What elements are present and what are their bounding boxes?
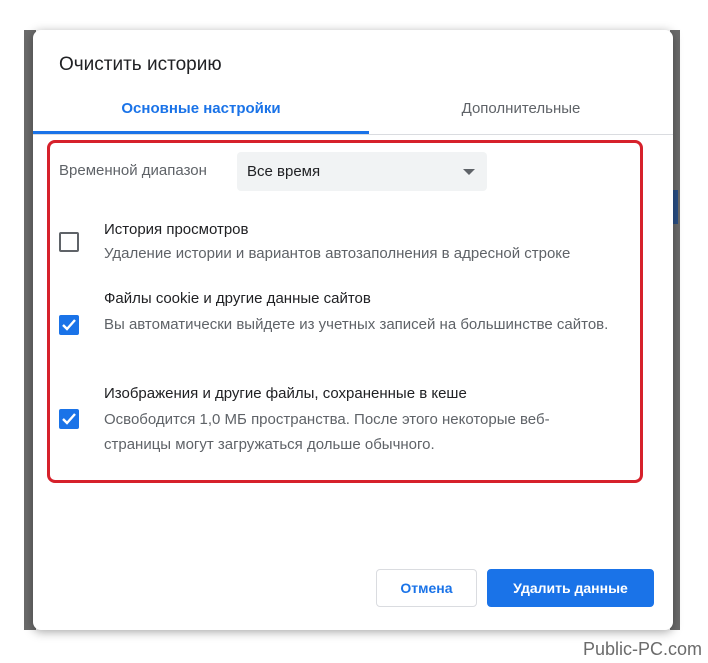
- checkmark-icon: [62, 319, 76, 331]
- clear-history-dialog: Очистить историю Основные настройки Допо…: [33, 30, 673, 630]
- tab-basic-settings[interactable]: Основные настройки: [33, 100, 369, 117]
- checkmark-icon: [62, 413, 76, 425]
- time-range-select[interactable]: Все время: [237, 152, 487, 191]
- tab-divider: [33, 134, 673, 135]
- dialog-title: Очистить историю: [59, 54, 222, 75]
- item-desc-cached-images: Освободится 1,0 МБ пространства. После э…: [104, 411, 550, 453]
- checkbox-browsing-history[interactable]: [59, 232, 79, 252]
- item-desc-browsing-history: Удаление истории и вариантов автозаполне…: [104, 245, 571, 262]
- checkbox-cached-images[interactable]: [59, 409, 79, 429]
- cancel-button[interactable]: Отмена: [376, 569, 477, 607]
- item-title-browsing-history: История просмотров: [104, 221, 249, 238]
- checkbox-cookies[interactable]: [59, 315, 79, 335]
- tab-advanced-settings[interactable]: Дополнительные: [369, 100, 673, 117]
- item-title-cached-images: Изображения и другие файлы, сохраненные …: [104, 385, 467, 402]
- watermark: Public-PC.com: [582, 639, 702, 659]
- time-range-value: Все время: [247, 163, 321, 180]
- dropdown-arrow-icon: [463, 169, 475, 175]
- item-desc-cookies: Вы автоматически выйдете из учетных запи…: [104, 316, 609, 333]
- delete-data-button[interactable]: Удалить данные: [487, 569, 654, 607]
- item-title-cookies: Файлы cookie и другие данные сайтов: [104, 290, 371, 307]
- time-range-label: Временной диапазон: [59, 162, 207, 179]
